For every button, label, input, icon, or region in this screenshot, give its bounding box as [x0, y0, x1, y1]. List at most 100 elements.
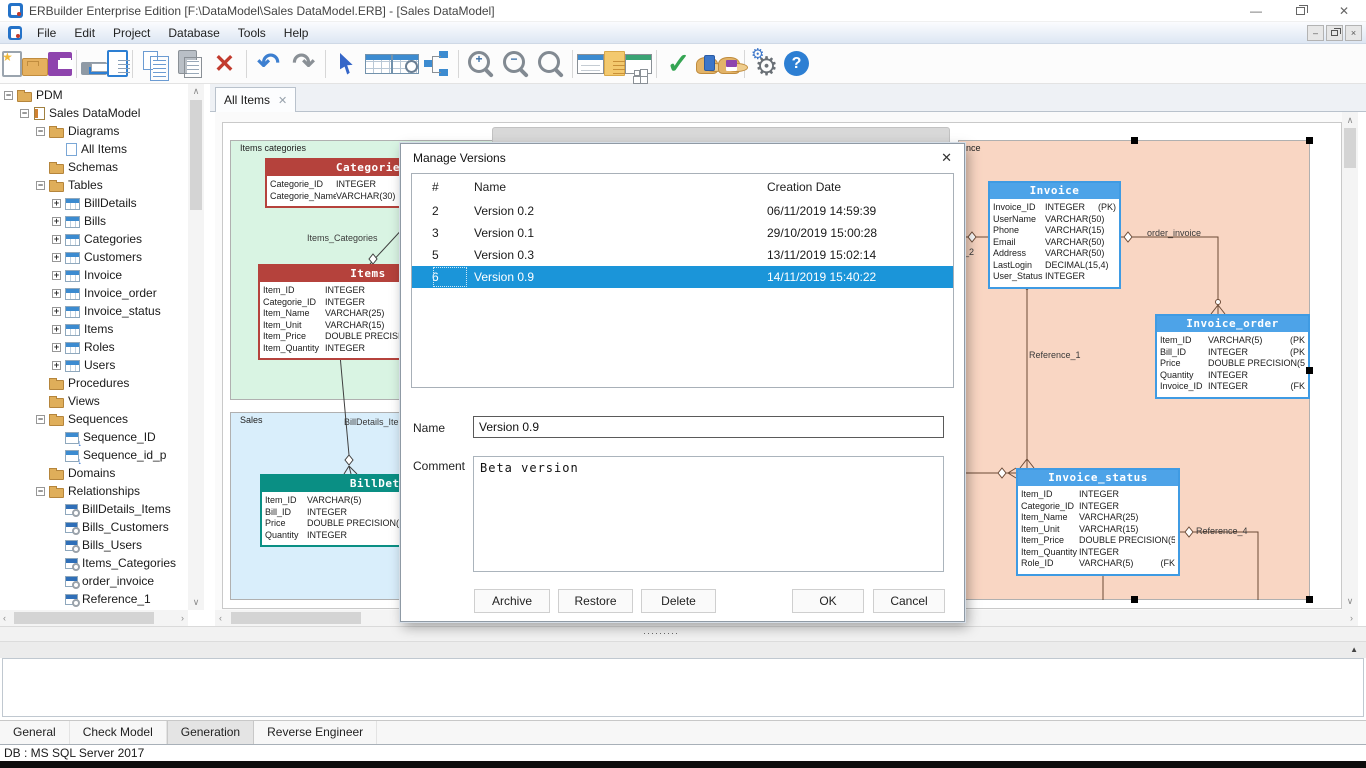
dialog-close-icon[interactable]: ✕: [941, 150, 952, 166]
tree-item-roles[interactable]: +Roles: [0, 338, 188, 356]
entity-invoice-status[interactable]: Invoice_statusItem_IDINTEGERCategorie_ID…: [1016, 468, 1180, 576]
tree-item-domains[interactable]: Domains: [0, 464, 188, 482]
tab-close-icon[interactable]: ✕: [278, 94, 287, 107]
expand-icon[interactable]: +: [52, 361, 61, 370]
expand-icon[interactable]: +: [52, 289, 61, 298]
restore-version-button[interactable]: Restore: [558, 589, 633, 613]
expand-icon[interactable]: +: [52, 307, 61, 316]
tree-item-sequence-id[interactable]: Sequence_ID: [0, 428, 188, 446]
delete-version-button[interactable]: Delete: [641, 589, 716, 613]
minimize-button[interactable]: —: [1234, 0, 1278, 22]
save-db-icon[interactable]: [718, 57, 740, 74]
expand-icon[interactable]: +: [52, 325, 61, 334]
tree-item-invoice[interactable]: +Invoice: [0, 266, 188, 284]
check-model-icon[interactable]: [661, 47, 696, 81]
footer-tab-general[interactable]: General: [0, 721, 70, 744]
ok-button[interactable]: OK: [792, 589, 864, 613]
version-row-6[interactable]: 6Version 0.914/11/2019 15:40:22: [412, 266, 953, 288]
versions-list[interactable]: # Name Creation Date 2Version 0.206/11/2…: [411, 173, 954, 388]
collapse-icon[interactable]: −: [4, 91, 13, 100]
collapse-icon[interactable]: −: [36, 181, 45, 190]
mdi-restore-button[interactable]: [1326, 25, 1343, 41]
expand-icon[interactable]: +: [52, 199, 61, 208]
selection-handle[interactable]: [1306, 137, 1313, 144]
tree-item-users[interactable]: +Users: [0, 356, 188, 374]
menu-tools[interactable]: Tools: [229, 22, 275, 43]
print-icon[interactable]: [81, 62, 107, 75]
tree-item-invoice-status[interactable]: +Invoice_status: [0, 302, 188, 320]
comment-textarea[interactable]: Beta version: [473, 456, 944, 572]
tree-item-invoice-order[interactable]: +Invoice_order: [0, 284, 188, 302]
copy-icon[interactable]: [137, 47, 172, 81]
expand-icon[interactable]: +: [52, 271, 61, 280]
archive-button[interactable]: Archive: [474, 589, 550, 613]
footer-tab-reverse-engineer[interactable]: Reverse Engineer: [254, 721, 377, 744]
mdi-minimize-button[interactable]: –: [1307, 25, 1324, 41]
canvas-hscroll-thumb[interactable]: [231, 612, 361, 624]
version-row-2[interactable]: 2Version 0.206/11/2019 14:59:39: [412, 200, 953, 222]
footer-tab-generation[interactable]: Generation: [167, 721, 254, 744]
paste-icon[interactable]: [172, 47, 207, 81]
canvas-vscroll-thumb[interactable]: [1344, 128, 1356, 168]
menu-help[interactable]: Help: [275, 22, 318, 43]
cancel-button[interactable]: Cancel: [873, 589, 945, 613]
tree-item-sequences[interactable]: −Sequences: [0, 410, 188, 428]
expand-icon[interactable]: +: [52, 253, 61, 262]
menu-database[interactable]: Database: [159, 22, 228, 43]
window-icon[interactable]: [577, 54, 604, 74]
restore-button[interactable]: [1278, 0, 1322, 22]
tab-all-items[interactable]: All Items ✕: [215, 87, 296, 112]
footer-tab-check-model[interactable]: Check Model: [70, 721, 167, 744]
delete-icon[interactable]: [207, 47, 242, 81]
zoom-icon[interactable]: [533, 47, 568, 81]
settings-icon[interactable]: [749, 47, 784, 81]
canvas-scroll-left-icon[interactable]: ‹: [219, 613, 222, 623]
menu-project[interactable]: Project: [104, 22, 159, 43]
tree-item-categories[interactable]: +Categories: [0, 230, 188, 248]
tree-item-all-items[interactable]: All Items: [0, 140, 188, 158]
collapse-panel-icon[interactable]: ▲: [1350, 645, 1358, 654]
selection-handle[interactable]: [1306, 367, 1313, 374]
tree-item-reference-1[interactable]: Reference_1: [0, 590, 188, 608]
redo-icon[interactable]: [286, 47, 321, 81]
tree-item-bills-customers[interactable]: Bills_Customers: [0, 518, 188, 536]
tree-item-items[interactable]: +Items: [0, 320, 188, 338]
tree-item-tables[interactable]: −Tables: [0, 176, 188, 194]
tree-item-order-invoice[interactable]: order_invoice: [0, 572, 188, 590]
open-folder-icon[interactable]: [22, 58, 48, 76]
tree-scroll-up-icon[interactable]: ∧: [193, 86, 200, 97]
close-button[interactable]: ✕: [1322, 0, 1366, 22]
version-row-3[interactable]: 3Version 0.129/10/2019 15:00:28: [412, 222, 953, 244]
table-link-icon[interactable]: [392, 54, 419, 74]
tree-item-schemas[interactable]: Schemas: [0, 158, 188, 176]
tree-item-sales-datamodel[interactable]: −Sales DataModel: [0, 104, 188, 122]
zoom-out-icon[interactable]: [498, 47, 533, 81]
collapse-icon[interactable]: −: [20, 109, 29, 118]
splitter-grip-dots[interactable]: ·········: [643, 628, 679, 638]
pointer-icon[interactable]: [330, 47, 365, 81]
collapse-icon[interactable]: −: [36, 487, 45, 496]
menu-file[interactable]: File: [28, 22, 65, 43]
tree-item-billdetails-items[interactable]: BillDetails_Items: [0, 500, 188, 518]
canvas-scroll-right-icon[interactable]: ›: [1350, 613, 1353, 623]
generate-db-icon[interactable]: [696, 57, 718, 74]
tree-item-diagrams[interactable]: −Diagrams: [0, 122, 188, 140]
undo-icon[interactable]: [251, 47, 286, 81]
tree-item-bills[interactable]: +Bills: [0, 212, 188, 230]
tree-vscrollbar[interactable]: ∧ ∨: [188, 84, 204, 610]
report-icon[interactable]: [107, 50, 128, 77]
tree-item-billdetails[interactable]: +BillDetails: [0, 194, 188, 212]
selection-handle[interactable]: [1131, 137, 1138, 144]
tree-item-pdm[interactable]: −PDM: [0, 86, 188, 104]
tree-hscroll-thumb[interactable]: [14, 612, 154, 624]
selection-handle[interactable]: [1131, 596, 1138, 603]
tree-scroll-down-icon[interactable]: ∨: [193, 597, 200, 608]
tree-item-customers[interactable]: +Customers: [0, 248, 188, 266]
expand-icon[interactable]: +: [52, 343, 61, 352]
tree-item-sequence-id-p[interactable]: Sequence_id_p: [0, 446, 188, 464]
selection-handle[interactable]: [1306, 596, 1313, 603]
collapse-icon[interactable]: −: [36, 415, 45, 424]
canvas-vscrollbar[interactable]: ∧ ∨: [1342, 112, 1358, 610]
collapse-icon[interactable]: −: [36, 127, 45, 136]
tree-item-procedures[interactable]: Procedures: [0, 374, 188, 392]
